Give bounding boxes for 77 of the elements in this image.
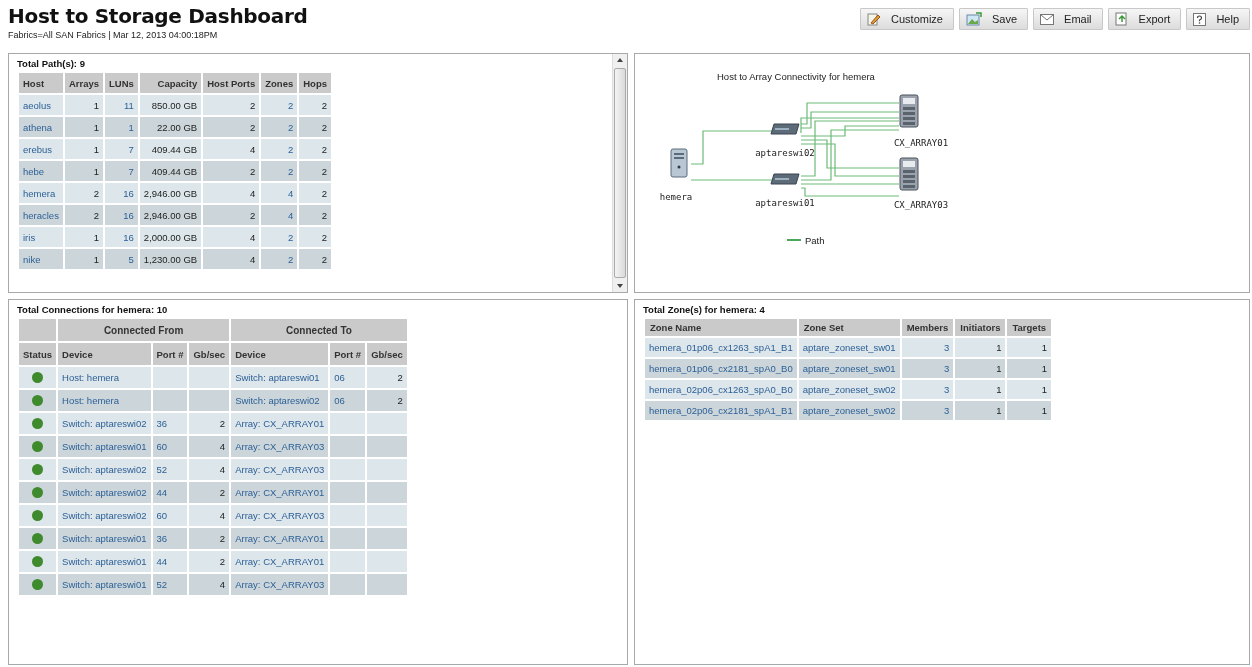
table-cell: 2 [397,372,403,383]
picture-icon [966,12,982,26]
table-link[interactable]: 60 [156,510,168,521]
node-label: CX_ARRAY03 [893,200,949,210]
table-link[interactable]: erebus [18,138,64,160]
switch-icon[interactable] [770,173,800,185]
legend-label: Path [805,235,825,246]
table-cell: 4 [219,510,226,521]
group-header: Connected From [57,318,231,342]
question-icon [1193,12,1207,26]
table-link[interactable]: hemera_02p06_cx2181_spA1_B1 [644,400,798,421]
table-cell: 4 [219,579,226,590]
column-header[interactable]: LUNs [104,72,139,94]
table-link[interactable]: 44 [156,487,168,498]
table-cell: 2 [219,487,226,498]
panel-caption: Total Connections for hemera: 10 [17,304,169,315]
node-label: hemera [659,192,693,202]
table-link[interactable]: hemera_01p06_cx1263_spA1_B1 [644,337,798,358]
vertical-scrollbar[interactable] [612,54,627,292]
table-cell: 2 [219,556,226,567]
column-header[interactable]: Initiators [954,318,1007,337]
save-button[interactable]: Save [959,8,1029,30]
email-button[interactable]: Email [1033,8,1103,30]
storage-array-icon[interactable] [899,94,919,128]
table-cell: 4 [219,464,226,475]
switch-icon[interactable] [770,123,800,135]
node-label: CX_ARRAY01 [893,138,949,148]
table-link[interactable]: hemera_01p06_cx2181_spA0_B0 [644,358,798,379]
document-icon [1114,12,1129,26]
page-subtitle: Fabrics=All SAN Fabrics | Mar 12, 2013 04:00:18PM [8,30,219,40]
table-link[interactable]: nike [18,248,64,270]
table-link[interactable]: 52 [156,464,168,475]
column-header[interactable]: Zones [260,72,299,94]
table-link[interactable]: 52 [156,579,168,590]
table-link[interactable]: 60 [156,441,168,452]
table-link[interactable]: 36 [156,418,168,429]
page-title: Host to Storage Dashboard [8,4,308,28]
table-cell: 2 [397,395,403,406]
table-link[interactable]: athena [18,116,64,138]
column-header[interactable]: Host Ports [202,72,261,94]
table-link[interactable]: 06 [334,395,345,406]
export-button[interactable]: Export [1107,8,1182,30]
table-cell: 4 [219,441,226,452]
node-label: aptareswi02 [755,148,815,158]
customize-button[interactable]: Customize [860,8,954,30]
pencil-icon [867,12,881,26]
help-button[interactable]: Help [1186,8,1250,30]
column-header[interactable]: Device [230,342,330,366]
table-link[interactable]: hemera [18,182,64,204]
column-header[interactable]: Arrays [63,72,105,94]
table-link[interactable]: heracles [18,204,64,226]
column-header[interactable]: Capacity [138,72,203,94]
table-link[interactable]: hebe [18,160,64,182]
table-link[interactable]: 36 [156,533,168,544]
table-link[interactable]: iris [18,226,64,248]
node-label: aptareswi01 [755,198,815,208]
panel-caption: Total Zone(s) for hemera: 4 [643,304,766,315]
table-link[interactable]: 44 [156,556,168,567]
table-link[interactable]: hemera_02p06_cx1263_spA0_B0 [644,379,798,400]
column-header[interactable]: Targets [1006,318,1053,337]
column-header[interactable]: Host [18,72,64,94]
column-header[interactable]: Zone Name [644,318,798,337]
envelope-icon [1040,13,1055,25]
column-header[interactable]: Status [18,342,58,366]
column-header[interactable]: Hops [298,72,332,94]
diagram-title: Host to Array Connectivity for hemera [717,71,875,82]
column-header[interactable]: Members [900,318,955,337]
panel-caption: Total Path(s): 9 [17,58,86,69]
server-icon[interactable] [670,148,688,178]
table-link[interactable]: aeolus [18,94,64,116]
table-cell: 2 [219,418,226,429]
storage-array-icon[interactable] [899,157,919,191]
table-cell: 2 [219,533,226,544]
table-link[interactable]: 06 [334,372,345,383]
column-header[interactable]: Device [57,342,152,366]
group-header: Connected To [230,318,408,342]
column-header[interactable]: Zone Set [797,318,901,337]
